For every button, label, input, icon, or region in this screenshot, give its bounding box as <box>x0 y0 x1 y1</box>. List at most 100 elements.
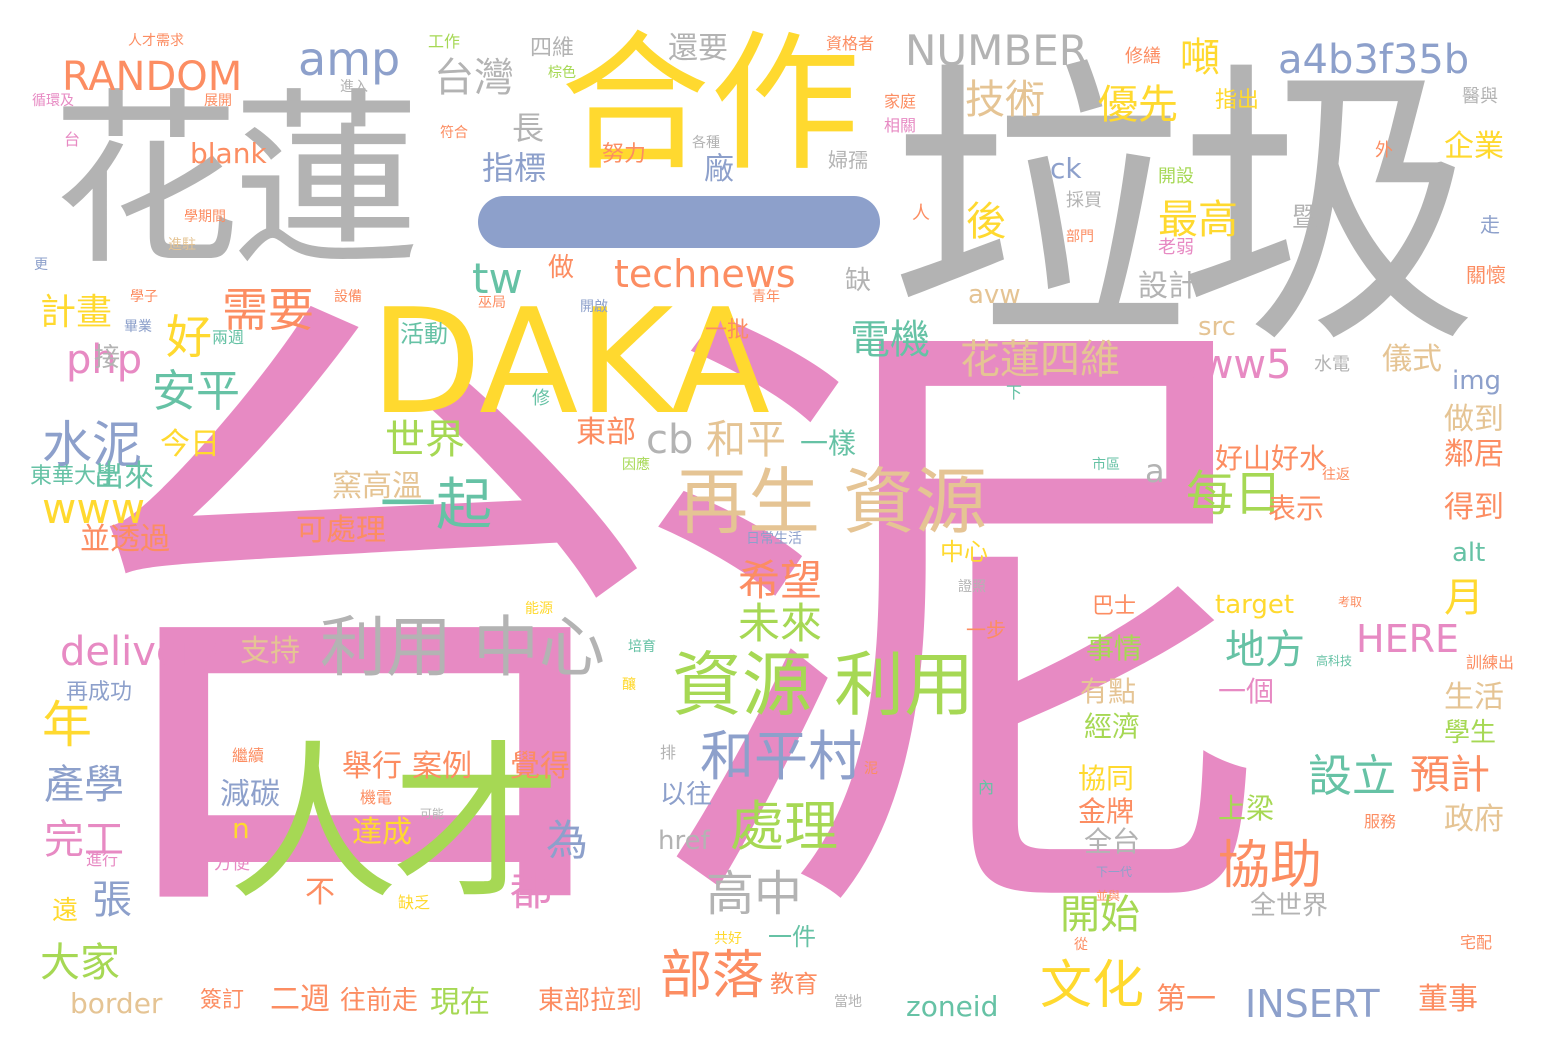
word-yishi: 儀式 <box>1382 342 1442 377</box>
word-src: src <box>1198 312 1236 342</box>
word-fuwu: 服務 <box>1364 812 1397 831</box>
word-zhang2: 長 <box>512 109 545 147</box>
word-yige: 一個 <box>1218 675 1275 708</box>
word-dianji: 電機 <box>850 317 930 363</box>
word-zuigao: 最高 <box>1158 197 1238 243</box>
word-insert: INSERT <box>1245 982 1380 1026</box>
word-xiushan: 修繕 <box>1125 46 1161 67</box>
word-nuli: 努力 <box>602 142 647 167</box>
word-zigezhe: 資格者 <box>826 34 875 53</box>
word-alt: alt <box>1452 538 1486 568</box>
word-ji: 暨 <box>1292 203 1319 233</box>
word-tw: tw <box>472 254 523 303</box>
word-haiyao: 還要 <box>668 31 728 66</box>
word-zoneid: zoneid <box>906 990 999 1023</box>
word-dangdi: 當地 <box>834 994 862 1010</box>
word-zuodao: 做到 <box>1444 402 1504 437</box>
word-xiu: 修 <box>532 388 550 409</box>
word-dun: 噸 <box>1180 35 1220 81</box>
word-zhang: 張 <box>92 877 132 923</box>
word-hao: 好 <box>166 310 212 364</box>
word-bashi: 巴士 <box>1092 594 1137 619</box>
word-jiating: 家庭 <box>884 92 917 111</box>
word-anping: 安平 <box>152 366 240 417</box>
word-xueqijian: 學期間 <box>184 209 226 225</box>
word-zongse: 棕色 <box>548 65 576 81</box>
word-juede: 覺得 <box>510 749 570 784</box>
word-jie: 接 <box>94 343 121 373</box>
word-richang-shenghuo: 日常生活 <box>746 531 802 547</box>
word-ni: 泥 <box>864 761 878 777</box>
word-diyi: 第一 <box>1156 982 1216 1017</box>
word-jidian: 機電 <box>360 788 393 807</box>
word-daka: DAKA <box>370 278 771 447</box>
word-hualien-siwei: 花蓮四維 <box>960 337 1120 383</box>
word-biaoshi: 表示 <box>1268 492 1325 525</box>
word-zhichu: 指出 <box>1215 88 1260 113</box>
word-caimai: 採買 <box>1066 190 1102 211</box>
word-chang: 廠 <box>704 152 734 187</box>
word-yipi: 一批 <box>705 318 750 343</box>
word-que: 缺 <box>845 266 872 296</box>
word-img: img <box>1452 366 1502 396</box>
word-xietong: 協同 <box>1078 762 1135 795</box>
word-siwei: 四維 <box>530 36 575 61</box>
word-qianding: 簽訂 <box>200 988 245 1013</box>
word-ren: 人 <box>912 203 930 224</box>
word-cb: cb <box>646 417 694 463</box>
word-xia: 下 <box>1006 383 1023 402</box>
word-dongshi: 董事 <box>1418 982 1478 1017</box>
word-shiqing: 事情 <box>1086 632 1143 665</box>
word-gonghao: 共好 <box>714 931 742 947</box>
word-yiwang: 以往 <box>660 780 713 810</box>
word-wai: 外 <box>1375 140 1393 161</box>
word-laoruo: 老弱 <box>1158 237 1194 258</box>
word-zhongxin: 中心 <box>940 538 988 566</box>
word-heping: 和平 <box>706 417 786 463</box>
word-yuan: 遠 <box>52 896 79 926</box>
word-jingji: 經濟 <box>1084 710 1141 743</box>
word-anli: 案例 <box>412 749 472 784</box>
word-dongbu-ladao: 東部拉到 <box>538 986 643 1016</box>
word-heping-cun: 和平村 <box>700 725 862 788</box>
word-gaokeji: 高科技 <box>1316 654 1353 668</box>
blue-dash-shape <box>478 196 880 248</box>
word-shuidian: 水電 <box>1314 354 1350 375</box>
word-zhankai: 展開 <box>204 93 232 109</box>
word-number: NUMBER <box>905 26 1088 75</box>
word-erzhou: 二週 <box>270 982 330 1017</box>
word-youxian: 優先 <box>1098 82 1178 128</box>
word-sheji: 設計 <box>1138 269 1198 304</box>
word-bingtouguo: 並透過 <box>80 522 170 557</box>
word-xiezhu: 協助 <box>1218 836 1323 896</box>
word-wangqianzou: 往前走 <box>340 986 419 1016</box>
word-jihua: 計畫 <box>40 292 113 333</box>
word-difang: 地方 <box>1225 627 1305 673</box>
word-yiyang: 一樣 <box>800 427 857 460</box>
word-zaisheng-ziyuan: 再生 資源 <box>676 460 987 544</box>
word-yiyu: 醫與 <box>1462 86 1498 107</box>
word-bumen: 部門 <box>1066 229 1094 245</box>
word-qiye: 企業 <box>1444 129 1504 164</box>
word-ziyuan-liyong: 資源 利用 <box>672 644 975 726</box>
word-dajia: 大家 <box>40 940 120 986</box>
word-kaoqu: 考取 <box>1338 595 1363 609</box>
word-dacheng: 達成 <box>352 815 412 850</box>
word-a: a <box>1145 452 1165 490</box>
word-kaishe: 開設 <box>1158 166 1194 187</box>
word-rencai-xuqiu: 人才需求 <box>128 33 184 49</box>
word-pai: 排 <box>660 743 677 762</box>
word-jiantan: 減碳 <box>220 777 280 812</box>
word-yibu: 一步 <box>966 618 1006 642</box>
word-jinpai: 金牌 <box>1078 795 1135 828</box>
word-kaiqi: 開啟 <box>580 299 608 315</box>
word-hou: 後 <box>966 199 1006 245</box>
word-shijie: 世界 <box>385 417 465 463</box>
word-chengwei: 成為 <box>1088 492 1145 525</box>
word-delivery: delivery <box>60 629 221 675</box>
word-xuesheng: 學生 <box>1444 718 1497 748</box>
word-n: n <box>232 812 250 845</box>
word-blank: blank <box>190 137 267 170</box>
word-www5: www5 <box>1168 342 1292 388</box>
word-peiyu: 培育 <box>628 639 656 655</box>
